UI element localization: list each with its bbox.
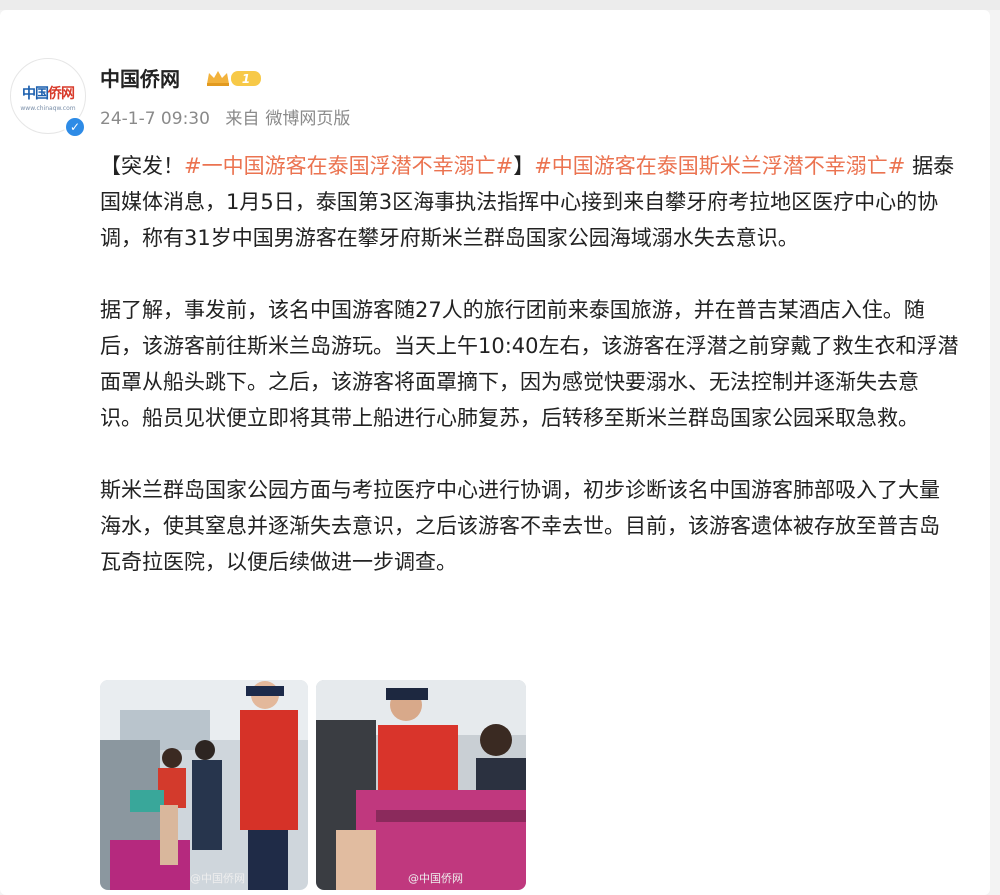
avatar-logo-sub: www.chinaqw.com: [20, 105, 76, 112]
post-photo-1[interactable]: @中国侨网: [100, 680, 308, 890]
hashtag-link[interactable]: #一中国游客在泰国浮潜不幸溺亡#: [184, 154, 513, 178]
weibo-post-card: 中国侨网 www.chinaqw.com ✓ 中国侨网 1 24-1-7 09:…: [0, 10, 990, 895]
vip-level: 1: [242, 72, 250, 86]
source-link[interactable]: 微博网页版: [265, 109, 350, 129]
bracket-close: 】: [513, 154, 535, 178]
paragraph-prefix: 【突发！: [100, 154, 184, 178]
photo-1-image: [100, 680, 308, 890]
vip-crown-badge-icon[interactable]: 1: [205, 68, 261, 88]
photo-watermark: @中国侨网: [190, 872, 245, 885]
photo-2-image: [316, 680, 526, 890]
verified-badge-icon: ✓: [64, 116, 86, 138]
author-name[interactable]: 中国侨网: [100, 63, 180, 92]
post-meta: 24-1-7 09:30 来自 微博网页版: [100, 104, 360, 129]
paragraph-1: 【突发！#一中国游客在泰国浮潜不幸溺亡#】#中国游客在泰国斯米兰浮潜不幸溺亡# …: [100, 148, 960, 256]
source-label: 来自: [225, 109, 260, 129]
paragraph-3: 斯米兰群岛国家公园方面与考拉医疗中心进行协调，初步诊断该名中国游客肺部吸入了大量…: [100, 478, 940, 574]
paragraph-2: 据了解，事发前，该名中国游客随27人的旅行团前来泰国旅游，并在普吉某酒店入住。随…: [100, 298, 959, 430]
post-photo-2[interactable]: @中国侨网: [316, 680, 526, 890]
avatar-logo: 中国侨网: [22, 86, 75, 102]
timestamp[interactable]: 24-1-7 09:30: [100, 109, 210, 129]
post-body: 【突发！#一中国游客在泰国浮潜不幸溺亡#】#中国游客在泰国斯米兰浮潜不幸溺亡# …: [100, 148, 960, 616]
photo-watermark: @中国侨网: [408, 872, 463, 885]
top-strip: [0, 0, 1000, 10]
hashtag-link[interactable]: #中国游客在泰国斯米兰浮潜不幸溺亡#: [534, 154, 905, 178]
